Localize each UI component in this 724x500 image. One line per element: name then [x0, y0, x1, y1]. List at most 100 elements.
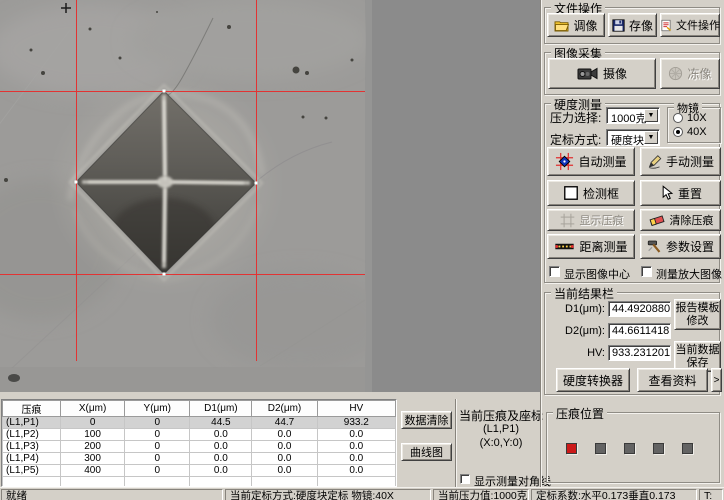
table-cell: (L1,P4) — [3, 453, 61, 465]
freeze-button[interactable]: 冻像 — [660, 58, 720, 89]
pressure-value: 1000克 — [611, 110, 646, 126]
report-template-button[interactable]: 报告模板 修改 — [674, 299, 721, 330]
microscope-image-area[interactable] — [0, 0, 540, 392]
position-square[interactable] — [682, 443, 693, 454]
table-cell: 0.0 — [252, 453, 317, 465]
file-operation-button[interactable]: 文件操作 — [660, 13, 720, 37]
d1-label: D1(μm): — [549, 303, 605, 315]
table-cell: 933.2 — [317, 417, 395, 429]
floppy-icon — [612, 19, 625, 32]
load-image-button[interactable]: 调像 — [547, 13, 605, 37]
d2-field[interactable]: 44.6611418 — [608, 323, 671, 339]
table-cell: 0 — [125, 465, 190, 477]
status-bar: 就绪 当前定标方式:硬度块定标 物镜:40X 当前压力值:1000克 定标系数:… — [0, 487, 724, 500]
calibration-label: 定标方式: — [550, 131, 601, 148]
objective-40x-radio[interactable]: 40X — [673, 126, 707, 138]
position-square[interactable] — [624, 443, 635, 454]
indent-position-squares — [566, 443, 716, 454]
table-cell — [125, 477, 190, 487]
col-header-d1: D1(μm) — [190, 401, 252, 417]
save-image-label: 存像 — [629, 17, 653, 34]
report-template-label-1: 报告模板 — [676, 302, 720, 315]
zoom-measure-label: 测量放大图像 — [656, 266, 722, 282]
d2-label: D2(μm): — [549, 325, 605, 337]
camera-icon — [577, 66, 599, 81]
view-data-label: 查看资料 — [648, 372, 696, 389]
param-settings-button[interactable]: 参数设置 — [640, 234, 721, 259]
clear-data-button[interactable]: 数据清除 — [401, 411, 452, 429]
radio-icon — [673, 127, 683, 137]
show-image-center-label: 显示图像中心 — [564, 266, 630, 282]
auto-measure-button[interactable]: 自动测量 — [547, 147, 635, 176]
hardness-converter-label: 硬度转换器 — [563, 372, 623, 389]
position-square[interactable] — [595, 443, 606, 454]
status-time: T: — [699, 489, 723, 500]
chevron-down-icon[interactable]: ▼ — [644, 109, 658, 122]
hardness-tester-window: 文件操作 调像 存像 文件操作 图像采集 摄像 冻像 硬度测量 压力选择: 10… — [0, 0, 724, 500]
table-cell — [252, 477, 317, 487]
distance-measure-label: 距离测量 — [579, 238, 627, 255]
radio-icon — [673, 113, 683, 123]
table-cell: (L1,P1) — [3, 417, 61, 429]
chevron-down-icon[interactable]: ▼ — [644, 131, 658, 144]
objective-10x-radio[interactable]: 10X — [673, 112, 707, 124]
table-row[interactable]: (L1,P5)40000.00.00.0 — [3, 465, 396, 477]
reset-button[interactable]: 重置 — [640, 180, 721, 206]
cursor-arrow-icon — [659, 185, 674, 201]
clear-indent-label: 清除压痕 — [670, 212, 714, 228]
save-image-button[interactable]: 存像 — [608, 13, 657, 37]
detect-box-button[interactable]: 检测框 — [547, 180, 635, 206]
coord-point: (L1,P1) — [458, 423, 544, 435]
table-cell: 0.0 — [252, 429, 317, 441]
manual-measure-button[interactable]: 手动测量 — [640, 147, 721, 176]
hardness-converter-button[interactable]: 硬度转换器 — [556, 368, 630, 392]
objective-40x-label: 40X — [687, 126, 707, 138]
table-cell: (L1,P3) — [3, 441, 61, 453]
bottom-divider — [455, 399, 457, 487]
capture-button[interactable]: 摄像 — [548, 58, 656, 89]
hv-value: 933.231201 — [612, 347, 670, 359]
table-cell — [317, 477, 395, 487]
clear-indent-button[interactable]: 清除压痕 — [640, 209, 721, 231]
view-data-button[interactable]: 查看资料 — [637, 368, 708, 392]
table-cell: 44.7 — [252, 417, 317, 429]
table-cell: 0.0 — [317, 441, 395, 453]
hv-field[interactable]: 933.231201 — [608, 345, 671, 361]
more-button[interactable]: > — [711, 368, 722, 392]
status-pressure: 当前压力值:1000克 — [433, 489, 529, 500]
table-cell: 0 — [125, 429, 190, 441]
show-indent-label: 显示压痕 — [580, 212, 624, 228]
show-indent-button[interactable]: 显示压痕 — [547, 209, 635, 231]
col-header-indent: 压痕 — [3, 401, 61, 417]
clear-data-label: 数据清除 — [405, 412, 449, 428]
table-cell: 0.0 — [317, 465, 395, 477]
grid-icon — [559, 212, 576, 229]
table-cell: 0 — [125, 453, 190, 465]
curve-chart-button[interactable]: 曲线图 — [401, 443, 452, 461]
indent-table-body: (L1,P1)0044.544.7933.2(L1,P2)10000.00.00… — [3, 417, 396, 488]
objective-10x-label: 10X — [687, 112, 707, 124]
frozen-image-icon — [668, 66, 683, 81]
zoom-measure-checkbox[interactable] — [641, 266, 652, 277]
table-row[interactable]: (L1,P3)20000.00.00.0 — [3, 441, 396, 453]
table-cell: 0 — [125, 417, 190, 429]
auto-measure-label: 自动测量 — [578, 153, 626, 170]
position-square[interactable] — [566, 443, 577, 454]
table-row[interactable]: (L1,P2)10000.00.00.0 — [3, 429, 396, 441]
show-image-center-checkbox[interactable] — [549, 266, 560, 277]
show-diagonal-checkbox[interactable] — [460, 474, 470, 484]
table-row[interactable]: (L1,P4)30000.00.00.0 — [3, 453, 396, 465]
position-square[interactable] — [653, 443, 664, 454]
pressure-select[interactable]: 1000克 ▼ — [606, 107, 660, 124]
manual-measure-label: 手动测量 — [666, 153, 714, 170]
table-cell: 0.0 — [252, 441, 317, 453]
distance-measure-button[interactable]: 距离测量 — [547, 234, 635, 259]
status-calibration: 当前定标方式:硬度块定标 物镜:40X — [225, 489, 431, 500]
d1-field[interactable]: 44.4920880 — [608, 301, 671, 317]
curve-chart-label: 曲线图 — [410, 444, 443, 460]
microscope-image — [0, 0, 540, 392]
result-group-title: 当前结果栏 — [551, 285, 617, 302]
calibration-select[interactable]: 硬度块 ▼ — [606, 129, 660, 146]
table-row[interactable]: (L1,P1)0044.544.7933.2 — [3, 417, 396, 429]
hv-label: HV: — [549, 347, 605, 359]
